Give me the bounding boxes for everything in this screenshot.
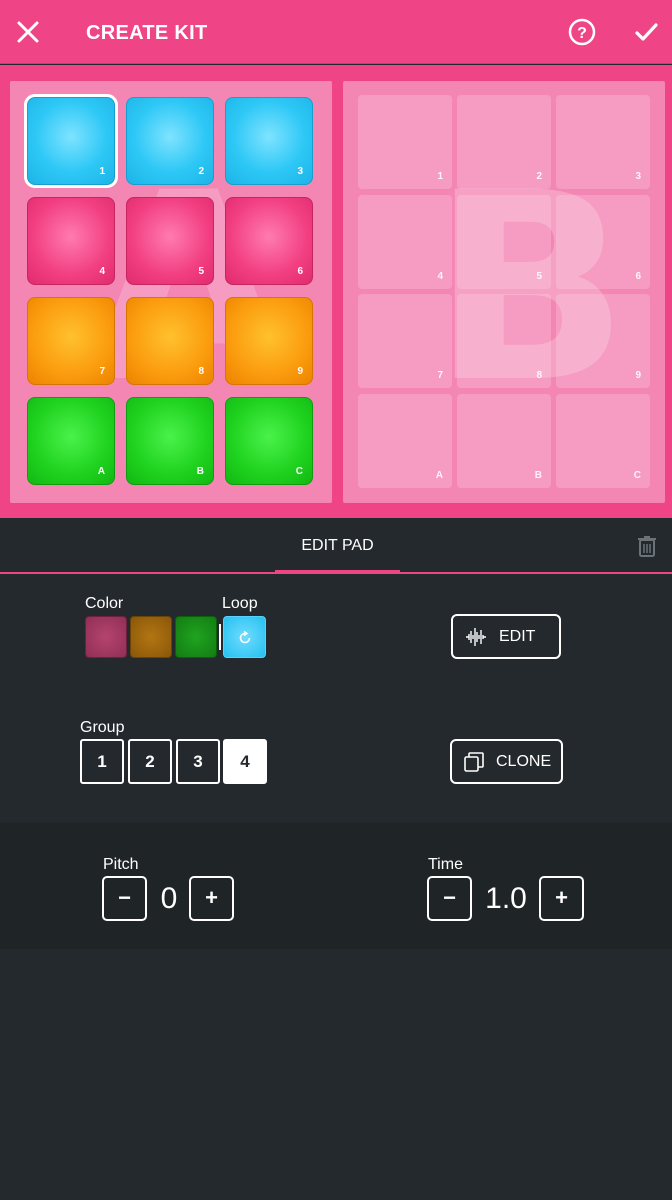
bank-a-pad-3[interactable]: 3: [225, 97, 313, 185]
loop-toggle-button[interactable]: [223, 616, 266, 658]
bank-b-pad-2[interactable]: 2: [457, 95, 551, 189]
pitch-decrease-button[interactable]: −: [102, 876, 147, 921]
pad-number: A: [435, 469, 443, 481]
group-option-2[interactable]: 2: [128, 739, 172, 784]
pad-number: 3: [635, 171, 641, 182]
loop-divider: [219, 624, 221, 650]
pad-number: 5: [536, 270, 542, 282]
pad-number: 1: [437, 171, 443, 182]
bank-b-pad-6[interactable]: 6: [556, 194, 650, 289]
color-swatch-orange[interactable]: [130, 616, 172, 658]
pad-number: A: [97, 466, 105, 477]
close-icon[interactable]: [10, 14, 46, 50]
bank-a-pad-1[interactable]: 1: [24, 94, 118, 188]
pad-number: 9: [635, 370, 641, 381]
bank-a-pad-4[interactable]: 4: [27, 197, 115, 285]
bank-b-pad-c[interactable]: C: [556, 393, 650, 488]
bank-b-pad-7[interactable]: 7: [358, 294, 452, 388]
pad-area: A 123456789ABC B 123456789ABC: [0, 65, 672, 518]
pad-number: 6: [297, 266, 303, 277]
time-label: Time: [428, 856, 463, 873]
trash-icon[interactable]: [636, 534, 658, 558]
tab-indicator: [275, 570, 400, 574]
bank-a-pad-b[interactable]: B: [126, 397, 214, 485]
time-value: 1.0: [485, 882, 527, 915]
waveform-icon: [465, 626, 487, 653]
pad-number: B: [534, 469, 542, 481]
top-bar: CREATE KIT ?: [0, 0, 672, 64]
pad-number: B: [196, 466, 204, 477]
bank-a-pad-2[interactable]: 2: [126, 97, 214, 185]
group-option-1[interactable]: 1: [80, 739, 124, 784]
bank-b-pad-8[interactable]: 8: [457, 294, 551, 388]
pad-number: 4: [437, 270, 443, 282]
loop-icon: [239, 630, 251, 644]
bank-b-pad-a[interactable]: A: [358, 393, 452, 488]
bank-b-pad-4[interactable]: 4: [358, 194, 452, 289]
bank-a-pad-a[interactable]: A: [27, 397, 115, 485]
clone-button-label: CLONE: [496, 753, 552, 770]
bank-a-pad-9[interactable]: 9: [225, 297, 313, 385]
bank-a-pad-8[interactable]: 8: [126, 297, 214, 385]
page-title: CREATE KIT: [86, 22, 208, 44]
pad-number: C: [633, 469, 641, 481]
confirm-check-icon[interactable]: [628, 14, 664, 50]
bank-b-pad-b[interactable]: B: [457, 393, 551, 488]
bank-a: A 123456789ABC: [10, 81, 332, 503]
edit-sample-button[interactable]: EDIT: [451, 614, 561, 659]
color-label: Color: [85, 595, 124, 612]
group-option-4[interactable]: 4: [223, 739, 267, 784]
clone-icon: [463, 751, 485, 778]
pad-number: 3: [297, 166, 303, 177]
bank-b-pad-9[interactable]: 9: [556, 294, 650, 388]
pad-number: 2: [536, 171, 542, 182]
svg-text:?: ?: [577, 25, 587, 42]
edit-button-label: EDIT: [499, 628, 536, 645]
bank-a-pad-6[interactable]: 6: [225, 197, 313, 285]
pad-number: 8: [536, 370, 542, 381]
bank-b-pad-3[interactable]: 3: [556, 95, 650, 189]
color-swatch-green[interactable]: [175, 616, 217, 658]
pitch-value: 0: [160, 882, 178, 915]
pitch-increase-button[interactable]: +: [189, 876, 234, 921]
pad-number: 2: [198, 166, 204, 177]
loop-label: Loop: [222, 595, 258, 612]
pad-number: 7: [99, 366, 105, 377]
help-icon[interactable]: ?: [564, 14, 600, 50]
pad-number: 6: [635, 270, 641, 282]
edit-tab-bar: EDIT PAD: [0, 518, 672, 574]
bank-b: B 123456789ABC: [343, 81, 665, 503]
pad-number: 1: [99, 166, 105, 177]
bank-a-pad-c[interactable]: C: [225, 397, 313, 485]
bank-b-pad-1[interactable]: 1: [358, 95, 452, 189]
pad-number: 8: [198, 366, 204, 377]
bank-a-pad-7[interactable]: 7: [27, 297, 115, 385]
pitch-label: Pitch: [103, 856, 139, 873]
time-decrease-button[interactable]: −: [427, 876, 472, 921]
group-option-3[interactable]: 3: [176, 739, 220, 784]
pad-number: 7: [437, 370, 443, 381]
bank-b-pad-5[interactable]: 5: [457, 194, 551, 289]
pad-number: 4: [99, 266, 105, 277]
time-increase-button[interactable]: +: [539, 876, 584, 921]
pad-number: C: [295, 466, 303, 477]
tab-edit-pad[interactable]: EDIT PAD: [275, 518, 400, 574]
color-swatch-pink[interactable]: [85, 616, 127, 658]
pad-number: 5: [198, 266, 204, 277]
bank-a-pad-5[interactable]: 5: [126, 197, 214, 285]
pad-number: 9: [297, 366, 303, 377]
clone-button[interactable]: CLONE: [450, 739, 563, 784]
group-label: Group: [80, 719, 125, 736]
